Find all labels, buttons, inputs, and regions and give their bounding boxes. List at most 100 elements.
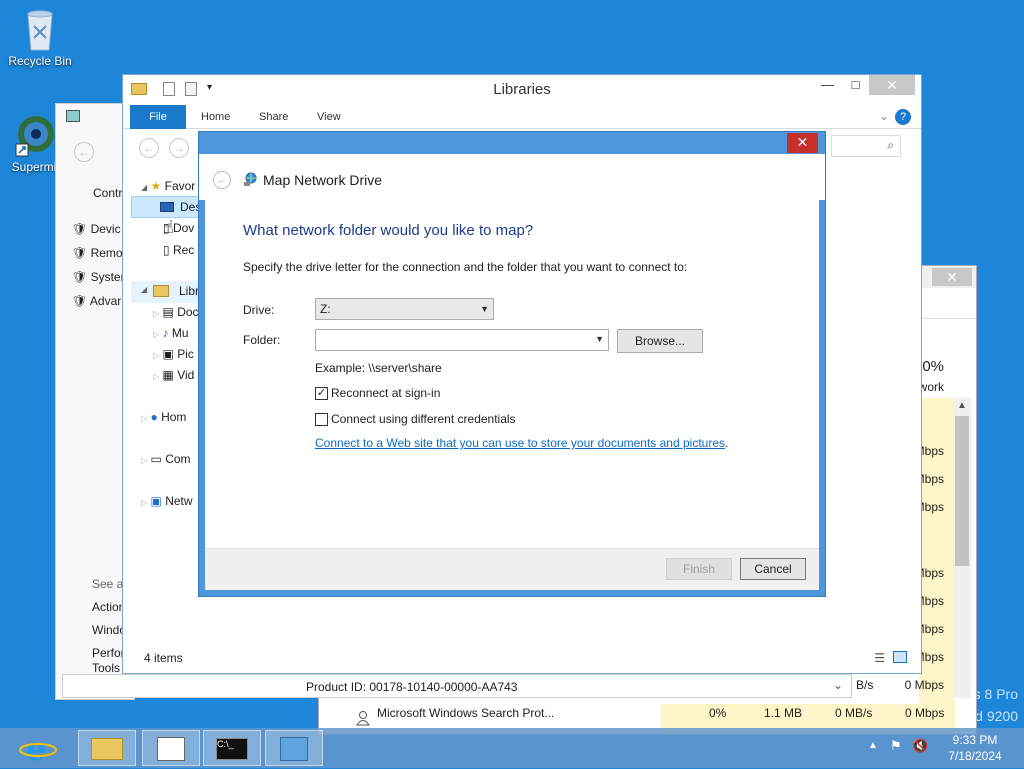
- desktop-icon: [160, 202, 174, 212]
- folder-input[interactable]: ▼: [315, 329, 609, 351]
- tab-home[interactable]: Home: [189, 105, 242, 129]
- credentials-label[interactable]: Connect using different credentials: [331, 412, 516, 426]
- clock-time: 9:33 PM: [952, 733, 998, 747]
- volume-muted-icon[interactable]: 🔇: [912, 738, 928, 754]
- remote-settings-link[interactable]: 🛡 Remo: [72, 246, 123, 260]
- action-center-link[interactable]: Action: [92, 600, 125, 614]
- nav-computer-label: Com: [165, 452, 191, 466]
- net-value-pid-row: 0 Mbps: [904, 678, 944, 692]
- nav-favorites-label: Favor: [164, 179, 196, 193]
- libraries-titlebar: ▾ Libraries — □ ✕: [123, 75, 921, 105]
- task-manager-close-button[interactable]: ✕: [932, 268, 972, 286]
- chevron-down-icon[interactable]: ⌄: [833, 678, 843, 692]
- maximize-button[interactable]: □: [842, 75, 869, 95]
- collapsed-arrow-icon: ▷: [153, 372, 160, 381]
- scroll-up-arrow-icon[interactable]: ▲: [957, 400, 967, 411]
- windows-update-link[interactable]: Windo: [92, 623, 126, 637]
- scroll-thumb[interactable]: [955, 416, 969, 566]
- watermark-line-1: s 8 Pro: [973, 686, 1018, 702]
- recycle-bin-desktop-icon[interactable]: Recycle Bin: [0, 6, 80, 68]
- minimize-button[interactable]: —: [814, 75, 841, 95]
- dialog-close-button[interactable]: ✕: [787, 133, 818, 153]
- status-bar: 4 items ☰: [123, 647, 921, 673]
- system-window-icon: [66, 110, 80, 122]
- recent-places-icon: ▯: [163, 243, 170, 257]
- tab-view[interactable]: View: [305, 105, 353, 129]
- details-view-icon[interactable]: ☰: [874, 651, 885, 665]
- shield-icon: 🛡: [72, 246, 88, 260]
- command-prompt-icon: C:\_: [216, 738, 248, 760]
- dialog-back-arrow-icon[interactable]: ←: [213, 171, 231, 189]
- credentials-checkbox[interactable]: [315, 413, 328, 426]
- network-percent-header[interactable]: 0%: [922, 358, 944, 375]
- process-network: 0 Mbps: [905, 706, 945, 720]
- process-memory: 1.1 MB: [764, 706, 803, 720]
- forward-button[interactable]: →: [169, 138, 189, 158]
- server-manager-icon: [280, 737, 308, 761]
- browse-button[interactable]: Browse...: [617, 329, 703, 353]
- nav-videos[interactable]: ▷ ▦ Vid: [153, 368, 194, 382]
- drive-select[interactable]: Z: ▼: [315, 298, 494, 320]
- network-column-header[interactable]: work: [919, 380, 944, 394]
- tools-link[interactable]: Tools: [92, 661, 120, 675]
- nav-documents-label: Doc: [177, 305, 199, 319]
- svg-text:e: e: [26, 730, 46, 766]
- supermicro-icon: [14, 112, 54, 157]
- performance-monitor-taskbar-button[interactable]: [142, 730, 200, 766]
- internet-explorer-taskbar-button[interactable]: e: [18, 730, 74, 768]
- control-panel-label[interactable]: Contr: [93, 186, 122, 200]
- clock-date: 7/18/2024: [948, 749, 1002, 763]
- server-manager-taskbar-button[interactable]: [265, 730, 323, 766]
- large-icons-view-icon[interactable]: [893, 651, 907, 663]
- clock[interactable]: 9:33 PM 7/18/2024: [944, 732, 1006, 764]
- nav-recent[interactable]: ▯ Rec: [163, 243, 194, 257]
- tab-file[interactable]: File: [130, 105, 186, 129]
- device-manager-link[interactable]: 🛡 Devic: [72, 222, 121, 236]
- performance-link[interactable]: Perfor: [92, 646, 125, 660]
- task-manager-scrollbar[interactable]: ▲: [953, 398, 971, 698]
- back-button[interactable]: ←: [139, 138, 159, 158]
- nav-recent-label: Rec: [172, 243, 195, 257]
- reconnect-checkbox[interactable]: ✓: [315, 387, 328, 400]
- nav-documents[interactable]: ▷ ▤ Doc: [153, 305, 199, 319]
- see-also-label: See al: [92, 577, 127, 591]
- nav-network[interactable]: ▷ ▣ Netw: [141, 494, 193, 508]
- file-explorer-taskbar-button[interactable]: [78, 730, 136, 766]
- advanced-settings-link[interactable]: 🛡 Advar: [72, 294, 121, 308]
- show-hidden-icons-icon[interactable]: ▲: [868, 740, 878, 751]
- expand-ribbon-icon[interactable]: ⌄: [879, 109, 889, 123]
- command-prompt-taskbar-button[interactable]: C:\_: [203, 730, 261, 766]
- help-icon[interactable]: ?: [895, 109, 911, 125]
- music-icon: ♪: [162, 326, 169, 340]
- back-arrow-icon[interactable]: ←: [74, 142, 94, 162]
- chevron-down-icon: ▼: [480, 304, 489, 314]
- advanced-settings-label: Advar: [89, 294, 122, 308]
- recycle-bin-icon: [20, 6, 60, 51]
- action-center-flag-icon[interactable]: ⚑: [890, 738, 902, 754]
- close-button[interactable]: ✕: [869, 75, 915, 95]
- star-icon: ★: [150, 179, 162, 193]
- nav-downloads-label: Dov: [172, 221, 195, 235]
- nav-computer[interactable]: ▷ ▭ Com: [141, 452, 191, 466]
- expand-arrow-icon: ◢: [141, 183, 148, 192]
- dialog-content: What network folder would you like to ma…: [205, 200, 819, 590]
- reconnect-label[interactable]: Reconnect at sign-in: [331, 386, 440, 400]
- tab-share[interactable]: Share: [247, 105, 300, 129]
- nav-favorites[interactable]: ◢ ★ Favor: [141, 179, 195, 193]
- file-explorer-icon: [91, 738, 123, 760]
- web-site-link[interactable]: Connect to a Web site that you can use t…: [315, 436, 725, 450]
- map-network-drive-dialog[interactable]: ✕ ← Map Network Drive What network folde…: [198, 131, 826, 597]
- nav-music[interactable]: ▷ ♪ Mu: [153, 326, 189, 340]
- system-protection-link[interactable]: 🛡 Syster: [72, 270, 125, 284]
- search-icon: ⌕: [887, 138, 894, 152]
- nav-pictures[interactable]: ▷ ▣ Pic: [153, 347, 194, 361]
- chevron-down-icon[interactable]: ▼: [595, 334, 604, 344]
- nav-homegroup[interactable]: ▷ ● Hom: [141, 410, 186, 424]
- finish-button[interactable]: Finish: [666, 558, 732, 580]
- process-cpu: 0%: [709, 706, 727, 720]
- search-input[interactable]: ⌕: [831, 135, 901, 157]
- collapsed-arrow-icon: ▷: [153, 330, 160, 339]
- libraries-window-title: Libraries: [493, 81, 551, 98]
- cancel-button[interactable]: Cancel: [740, 558, 806, 580]
- recycle-bin-label: Recycle Bin: [8, 54, 72, 68]
